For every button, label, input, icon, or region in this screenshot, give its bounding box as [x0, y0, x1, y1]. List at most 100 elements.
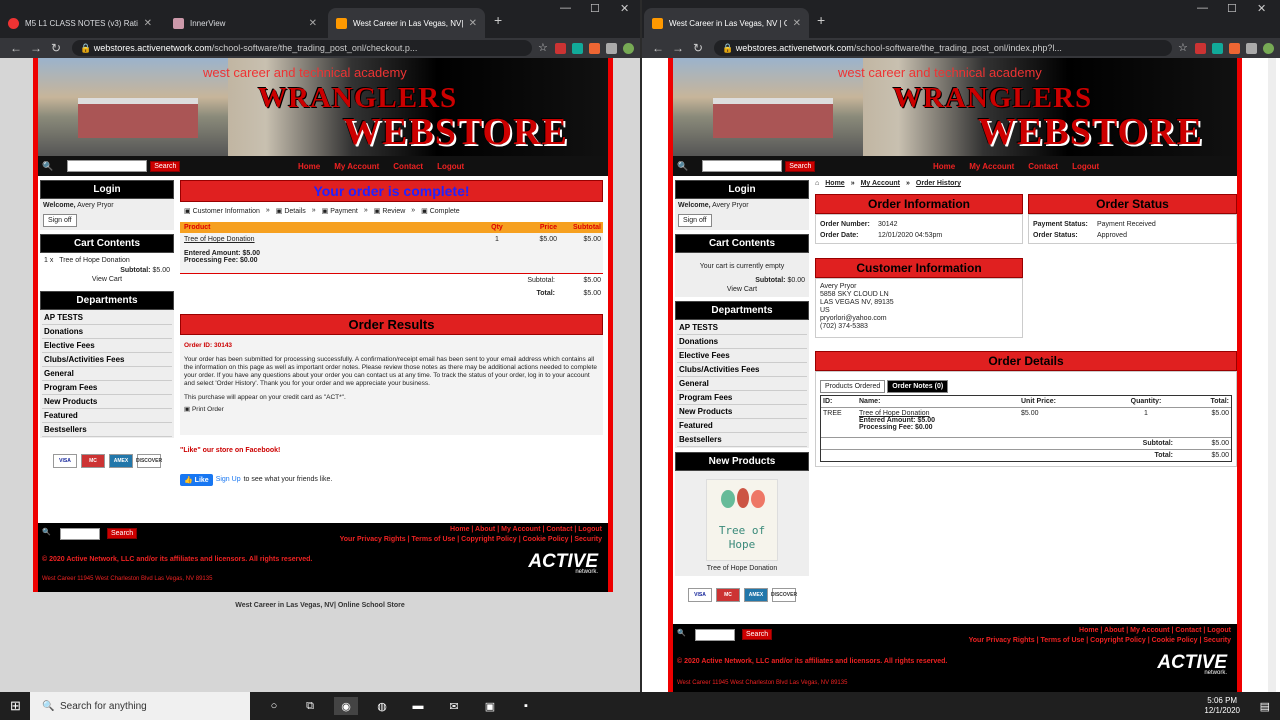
dept-program-fees[interactable]: Program Fees [42, 381, 172, 395]
scrollbar[interactable] [1268, 58, 1276, 692]
dept-featured[interactable]: Featured [677, 419, 807, 433]
avatar[interactable] [623, 42, 634, 54]
task-view-icon[interactable]: ⧉ [298, 697, 322, 715]
print-order-link[interactable]: ▣ Print Order [184, 406, 599, 414]
avatar[interactable] [1263, 42, 1274, 54]
back-icon[interactable]: ← [648, 41, 668, 55]
home-icon[interactable]: ⌂ [815, 180, 819, 187]
browser-tab[interactable]: InnerView ✕ [165, 8, 325, 38]
nav-contact-link[interactable]: Contact [1028, 162, 1058, 171]
nav-logout-link[interactable]: Logout [437, 162, 464, 171]
notifications-icon[interactable]: ▤ [1260, 700, 1270, 713]
browser-tab-active[interactable]: West Career in Las Vegas, NV| On ✕ [328, 8, 485, 38]
product-image[interactable]: Tree of Hope [706, 479, 778, 561]
cortana-icon[interactable]: ○ [262, 697, 286, 715]
close-window-icon[interactable]: ✕ [1257, 2, 1266, 15]
sign-off-button[interactable]: Sign off [43, 214, 77, 227]
tab-products-ordered[interactable]: Products Ordered [820, 380, 886, 393]
app-icon[interactable]: ▣ [478, 697, 502, 715]
file-explorer-icon[interactable]: ▬ [406, 697, 430, 715]
clock-date[interactable]: 12/1/2020 [1204, 706, 1240, 716]
search-input[interactable] [702, 160, 783, 172]
minimize-icon[interactable]: — [560, 2, 571, 14]
app-icon[interactable]: ▪ [514, 697, 538, 715]
dept-elective-fees[interactable]: Elective Fees [677, 349, 807, 363]
clock-time[interactable]: 5:06 PM [1204, 696, 1240, 706]
nav-home-link[interactable]: Home [298, 162, 320, 171]
footer-links-secondary[interactable]: Your Privacy Rights | Terms of Use | Cop… [969, 636, 1231, 646]
nav-my-account-link[interactable]: My Account [334, 162, 379, 171]
search-button[interactable]: Search [785, 160, 816, 172]
dept-donations[interactable]: Donations [42, 325, 172, 339]
footer-links-primary[interactable]: Home | About | My Account | Contact | Lo… [969, 626, 1231, 636]
url-field[interactable]: 🔒 webstores.activenetwork.com/school-sof… [714, 40, 1172, 56]
browser-tab-active[interactable]: West Career in Las Vegas, NV | On ✕ [644, 8, 809, 38]
search-input[interactable] [67, 160, 148, 172]
new-tab-icon[interactable]: + [817, 12, 825, 28]
tab-order-notes[interactable]: Order Notes (0) [887, 380, 949, 393]
extension-icon[interactable] [572, 42, 583, 54]
dept-bestsellers[interactable]: Bestsellers [42, 423, 172, 437]
dept-general[interactable]: General [42, 367, 172, 381]
footer-search-input[interactable] [695, 629, 735, 641]
puzzle-icon[interactable] [606, 42, 617, 54]
footer-search-button[interactable]: Search [107, 528, 138, 539]
extension-icon[interactable] [1195, 42, 1206, 54]
extension-icon[interactable] [1212, 42, 1223, 54]
dept-donations[interactable]: Donations [677, 335, 807, 349]
sign-off-button[interactable]: Sign off [678, 214, 712, 227]
dept-general[interactable]: General [677, 377, 807, 391]
footer-search-button[interactable]: Search [742, 629, 773, 640]
windows-start-icon[interactable]: ⊞ [10, 698, 21, 714]
dept-featured[interactable]: Featured [42, 409, 172, 423]
puzzle-icon[interactable] [1246, 42, 1257, 54]
view-cart-link[interactable]: View Cart [679, 286, 805, 293]
close-window-icon[interactable]: ✕ [620, 2, 629, 15]
footer-links-primary[interactable]: Home | About | My Account | Contact | Lo… [340, 525, 602, 535]
close-icon[interactable]: ✕ [469, 18, 477, 29]
extension-icon[interactable] [555, 42, 566, 54]
dept-program-fees[interactable]: Program Fees [677, 391, 807, 405]
nav-logout-link[interactable]: Logout [1072, 162, 1099, 171]
new-tab-icon[interactable]: + [494, 12, 502, 28]
item-link[interactable]: Tree of Hope Donation [184, 236, 255, 243]
forward-icon[interactable]: → [26, 41, 46, 55]
dept-new-products[interactable]: New Products [42, 395, 172, 409]
extension-icon[interactable] [589, 42, 600, 54]
dept-ap-tests[interactable]: AP TESTS [42, 311, 172, 325]
dept-clubs-fees[interactable]: Clubs/Activities Fees [42, 353, 172, 367]
dept-bestsellers[interactable]: Bestsellers [677, 433, 807, 447]
breadcrumb-my-account[interactable]: My Account [861, 180, 900, 187]
breadcrumb-order-history[interactable]: Order History [916, 180, 961, 187]
cart-item-name[interactable]: Tree of Hope Donation [59, 257, 130, 264]
taskbar-search[interactable]: 🔍 Search for anything [30, 692, 250, 720]
nav-my-account-link[interactable]: My Account [969, 162, 1014, 171]
star-icon[interactable]: ☆ [1178, 42, 1189, 54]
edge-icon[interactable]: ◍ [370, 697, 394, 715]
url-field[interactable]: 🔒 webstores.activenetwork.com/school-sof… [72, 40, 532, 56]
maximize-icon[interactable]: ☐ [590, 2, 600, 15]
product-caption[interactable]: Tree of Hope Donation [675, 565, 809, 572]
dept-clubs-fees[interactable]: Clubs/Activities Fees [677, 363, 807, 377]
nav-contact-link[interactable]: Contact [393, 162, 423, 171]
dept-elective-fees[interactable]: Elective Fees [42, 339, 172, 353]
star-icon[interactable]: ☆ [538, 42, 549, 54]
dept-ap-tests[interactable]: AP TESTS [677, 321, 807, 335]
view-cart-link[interactable]: View Cart [44, 276, 170, 283]
row-name-link[interactable]: Tree of Hope Donation [859, 410, 930, 417]
browser-tab[interactable]: M5 L1 CLASS NOTES (v3) Ration ✕ [0, 8, 160, 38]
nav-home-link[interactable]: Home [933, 162, 955, 171]
dept-new-products[interactable]: New Products [677, 405, 807, 419]
forward-icon[interactable]: → [668, 41, 688, 55]
signup-link[interactable]: Sign Up [216, 476, 241, 483]
reload-icon[interactable]: ↻ [46, 41, 66, 55]
extension-icon[interactable] [1229, 42, 1240, 54]
close-icon[interactable]: ✕ [793, 18, 801, 29]
close-icon[interactable]: ✕ [144, 18, 152, 29]
reload-icon[interactable]: ↻ [688, 41, 708, 55]
search-button[interactable]: Search [150, 160, 181, 172]
minimize-icon[interactable]: — [1197, 2, 1208, 14]
maximize-icon[interactable]: ☐ [1227, 2, 1237, 15]
close-icon[interactable]: ✕ [309, 18, 317, 29]
breadcrumb-home[interactable]: Home [825, 180, 844, 187]
